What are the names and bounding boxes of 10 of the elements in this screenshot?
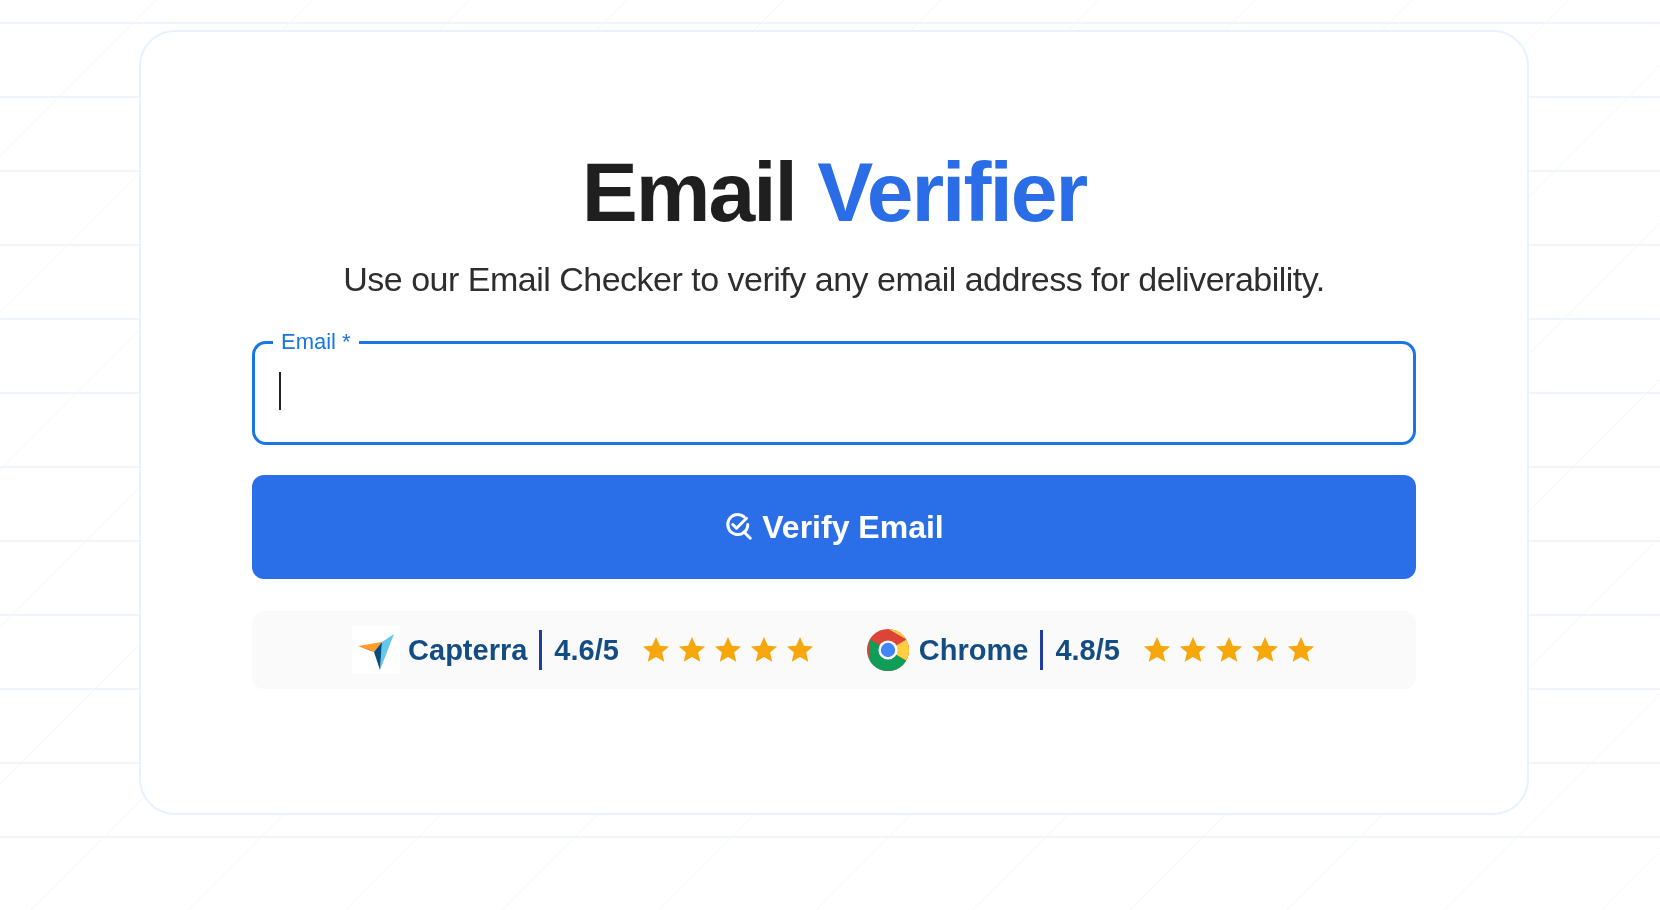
platform-name: Capterra	[408, 633, 528, 667]
page-title: Email Verifier	[581, 150, 1087, 234]
platform-name: Chrome	[918, 633, 1029, 667]
search-check-icon	[724, 512, 755, 542]
subtitle: Use our Email Checker to verify any email address for deliverability.	[343, 260, 1325, 299]
text-cursor	[279, 372, 281, 410]
chrome-logo-icon	[864, 627, 911, 673]
rating-score: 4.8/5	[1055, 633, 1120, 667]
rating-score: 4.6/5	[554, 633, 619, 667]
verify-email-button[interactable]: Verify Email	[252, 475, 1416, 579]
